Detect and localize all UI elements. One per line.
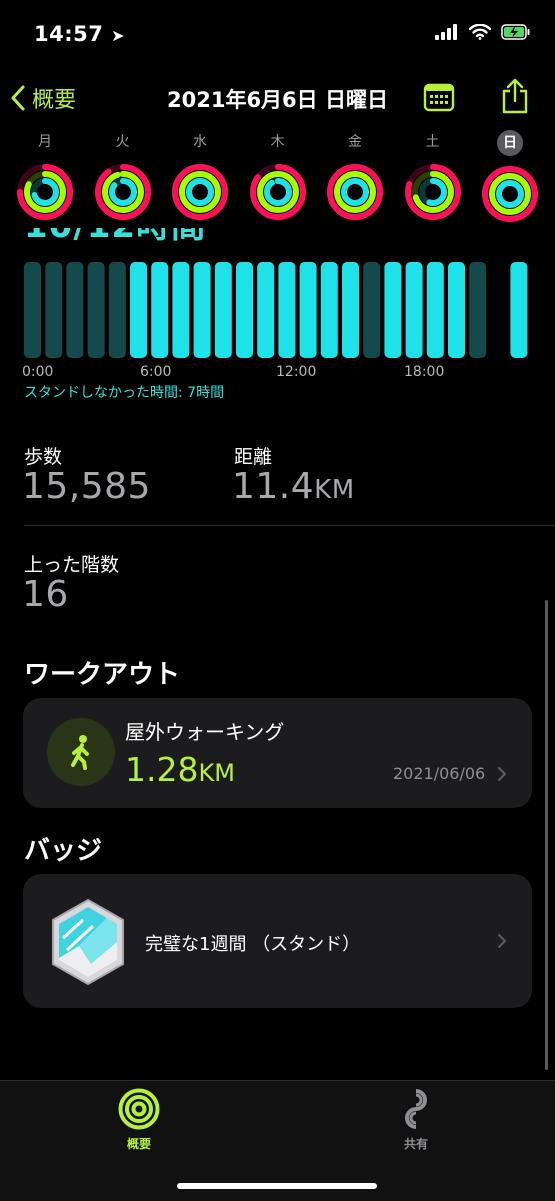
stand-hour-bar bbox=[45, 262, 63, 358]
badge-card[interactable]: 完璧な1週間 （スタンド） bbox=[23, 874, 532, 1008]
stand-hour-bar bbox=[87, 262, 105, 358]
stand-hour-bar bbox=[384, 262, 402, 358]
activity-ring bbox=[482, 166, 538, 222]
calendar-icon bbox=[423, 83, 455, 112]
day-5[interactable]: 土 bbox=[401, 130, 465, 222]
day-label: 火 bbox=[115, 134, 130, 150]
location-arrow-icon: ➤ bbox=[111, 26, 126, 45]
wifi-icon bbox=[469, 24, 491, 40]
page-title: 2021年6月6日 日曜日 bbox=[167, 88, 388, 112]
floors-label: 上った階数 bbox=[24, 554, 120, 576]
activity-ring bbox=[94, 164, 151, 220]
share-icon bbox=[502, 78, 528, 114]
stand-hour-bar bbox=[257, 262, 275, 358]
stand-hour-bar bbox=[278, 262, 296, 358]
stand-caption: スタンドしなかった時間: 7時間 bbox=[24, 385, 225, 401]
tab-sharing[interactable]: 共有 bbox=[371, 1087, 461, 1152]
day-6[interactable]: 日 bbox=[478, 130, 542, 224]
stand-hour-bar bbox=[236, 262, 253, 358]
stand-hour-bar bbox=[448, 262, 465, 358]
stand-hour-bar bbox=[405, 262, 423, 358]
stand-hour-bar bbox=[342, 262, 359, 358]
stand-hour-bar bbox=[24, 262, 41, 358]
stand-hour-bar bbox=[214, 262, 232, 358]
summary-scroll-view[interactable]: 10/12時間 0:00 6:00 12:00 18:00 スタンドしなかった時間: … bbox=[0, 228, 555, 1080]
stand-hours-chart bbox=[24, 262, 528, 358]
day-label: 金 bbox=[348, 134, 362, 150]
workout-date: 2021/06/06 bbox=[393, 764, 486, 783]
sharing-icon bbox=[405, 1089, 427, 1129]
workout-card[interactable]: 屋外ウォーキング 1.28KM 2021/06/06 bbox=[23, 698, 532, 808]
stand-tick-label: 0:00 bbox=[22, 364, 54, 380]
day-1[interactable]: 火 bbox=[91, 130, 155, 222]
day-2[interactable]: 水 bbox=[168, 130, 232, 222]
activity-ring bbox=[17, 164, 73, 220]
stand-tick-label: 18:00 bbox=[404, 364, 445, 380]
stand-hour-bar bbox=[130, 262, 147, 358]
walking-icon bbox=[47, 718, 115, 786]
distance-value: 11.4KM bbox=[232, 466, 355, 507]
activity-ring bbox=[249, 164, 306, 220]
stand-hour-bar bbox=[469, 262, 487, 358]
tab-sharing-label: 共有 bbox=[403, 1137, 428, 1151]
workout-distance-unit: KM bbox=[198, 759, 235, 787]
stand-hour-bar bbox=[108, 262, 126, 358]
workout-distance: 1.28KM bbox=[125, 750, 235, 789]
stand-hour-bar bbox=[151, 262, 169, 358]
steps-label: 歩数 bbox=[24, 446, 63, 468]
stand-hour-bar bbox=[66, 262, 84, 358]
battery-charging-icon bbox=[501, 24, 530, 40]
distance-label: 距離 bbox=[234, 446, 273, 468]
stand-hour-bar bbox=[299, 262, 317, 358]
badge-name: 完璧な1週間 （スタンド） bbox=[145, 934, 361, 955]
stand-hours-title: 10/12時間 bbox=[24, 228, 206, 247]
stand-hour-bar bbox=[172, 262, 190, 358]
stand-hour-bar bbox=[363, 262, 381, 358]
activity-rings-icon bbox=[118, 1088, 160, 1130]
stand-hour-bar bbox=[320, 262, 338, 358]
day-0[interactable]: 月 bbox=[13, 130, 77, 222]
distance-unit: KM bbox=[314, 475, 355, 505]
workout-name: 屋外ウォーキング bbox=[125, 720, 285, 744]
day-label: 木 bbox=[270, 134, 285, 150]
day-label: 月 bbox=[38, 134, 52, 150]
share-button[interactable] bbox=[500, 78, 530, 118]
stand-hour-bar bbox=[510, 262, 528, 358]
steps-value: 15,585 bbox=[22, 466, 151, 507]
badge-icon bbox=[52, 898, 124, 986]
activity-ring bbox=[404, 164, 461, 220]
stand-tick-label: 6:00 bbox=[140, 364, 172, 380]
divider bbox=[24, 525, 555, 526]
badges-section-title: バッジ bbox=[24, 836, 103, 866]
activity-ring bbox=[327, 164, 383, 220]
stand-hour-bar bbox=[193, 262, 211, 358]
stand-tick-label: 12:00 bbox=[276, 364, 317, 380]
day-3[interactable]: 木 bbox=[246, 130, 310, 222]
stand-hour-bar bbox=[426, 262, 444, 358]
home-indicator bbox=[177, 1183, 377, 1189]
day-label: 日 bbox=[497, 130, 523, 156]
chevron-right-icon bbox=[498, 934, 507, 948]
activity-ring bbox=[172, 164, 228, 220]
tab-summary[interactable]: 概要 bbox=[94, 1087, 184, 1152]
day-4[interactable]: 金 bbox=[323, 130, 387, 222]
distance-number: 11.4 bbox=[232, 466, 315, 507]
scrollbar[interactable] bbox=[545, 600, 548, 1070]
workouts-section-title: ワークアウト bbox=[24, 660, 181, 690]
cellular-signal-icon bbox=[435, 24, 457, 40]
calendar-button[interactable] bbox=[423, 82, 455, 116]
day-label: 水 bbox=[193, 134, 207, 150]
tab-summary-label: 概要 bbox=[126, 1137, 151, 1151]
status-time-text: 14:57 bbox=[34, 22, 104, 46]
floors-value: 16 bbox=[22, 574, 69, 615]
day-label: 土 bbox=[425, 134, 440, 150]
status-time: 14:57 ➤ bbox=[34, 22, 125, 46]
chevron-right-icon bbox=[498, 767, 507, 781]
status-icons bbox=[435, 24, 531, 40]
workout-distance-number: 1.28 bbox=[125, 750, 199, 789]
